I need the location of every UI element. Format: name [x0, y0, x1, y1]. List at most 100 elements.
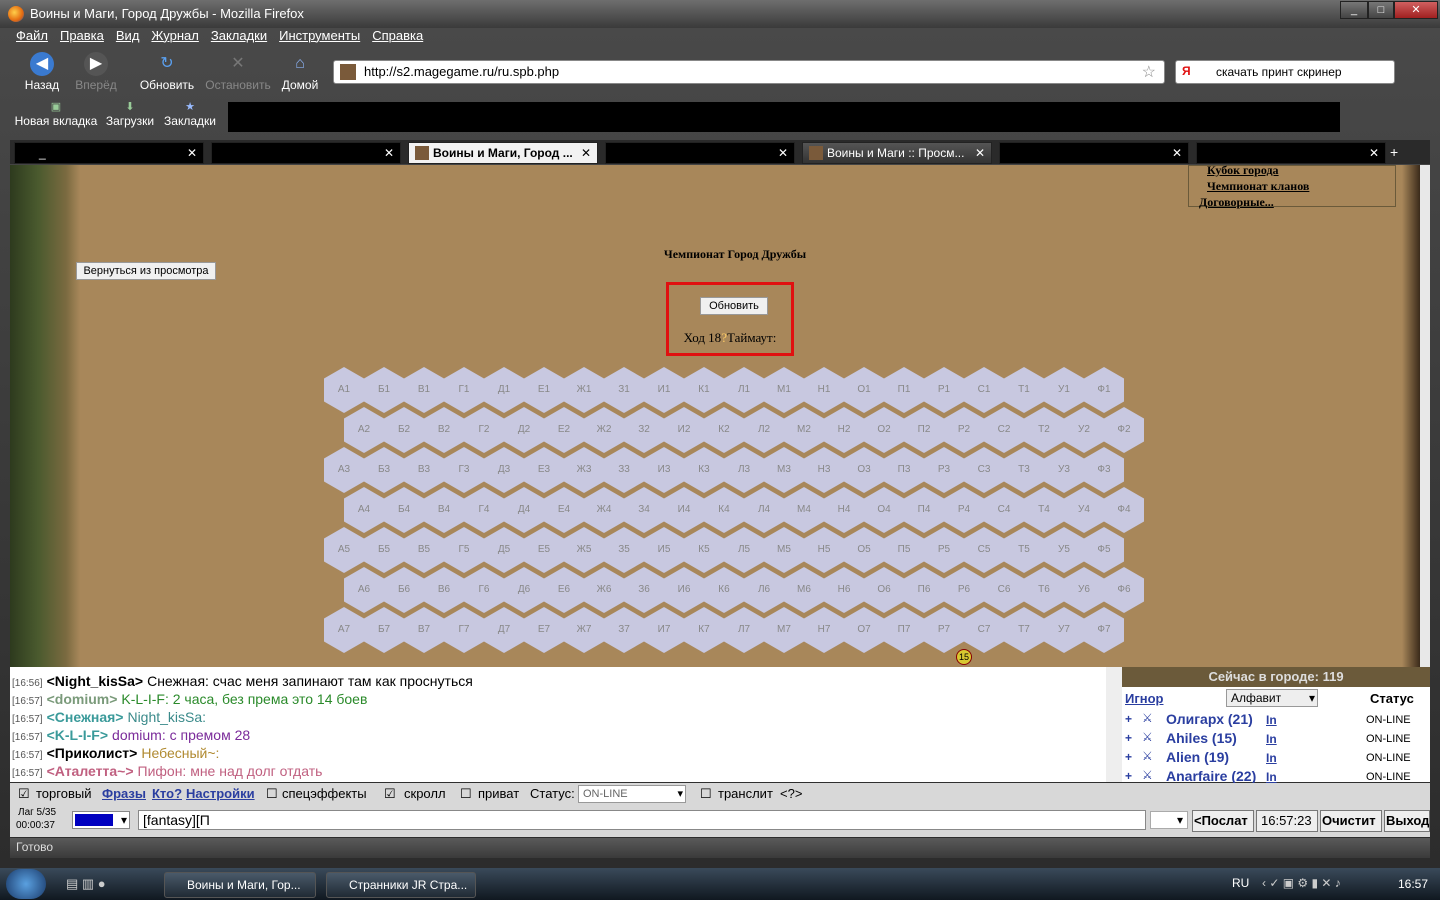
- hex-cell[interactable]: В6: [424, 567, 464, 613]
- hex-cell[interactable]: Р5: [924, 527, 964, 573]
- tab-close-icon[interactable]: ✕: [975, 146, 985, 160]
- forward-button[interactable]: ▶ Вперёд: [64, 50, 128, 94]
- hex-cell[interactable]: О7: [844, 607, 884, 653]
- stop-button[interactable]: ✕ Остановить: [202, 50, 274, 94]
- tab-3[interactable]: ✕: [605, 142, 795, 164]
- close-button[interactable]: ✕: [1394, 1, 1438, 19]
- hex-cell[interactable]: О1: [844, 367, 884, 413]
- hex-cell[interactable]: О3: [844, 447, 884, 493]
- chat-nick[interactable]: <K-L-I-F>: [47, 727, 108, 743]
- hex-cell[interactable]: Д1: [484, 367, 524, 413]
- hex-cell[interactable]: Т6: [1024, 567, 1064, 613]
- hex-cell[interactable]: Ж1: [564, 367, 604, 413]
- hex-cell[interactable]: А4: [344, 487, 384, 533]
- hex-cell[interactable]: Ж5: [564, 527, 604, 573]
- send-button[interactable]: <Послат: [1192, 810, 1254, 832]
- tab-close-icon[interactable]: ✕: [384, 146, 394, 160]
- start-button[interactable]: [6, 869, 46, 899]
- hex-cell[interactable]: И7: [644, 607, 684, 653]
- hex-cell[interactable]: Н7: [804, 607, 844, 653]
- hex-cell[interactable]: Ф6: [1104, 567, 1144, 613]
- ignore-link[interactable]: Игнор: [1125, 691, 1164, 706]
- hex-cell[interactable]: З4: [624, 487, 664, 533]
- who-link[interactable]: Кто?: [152, 786, 182, 801]
- page-scrollbar[interactable]: [1420, 165, 1430, 667]
- hex-cell[interactable]: К1: [684, 367, 724, 413]
- status-select[interactable]: ON-LINE ▾: [578, 785, 686, 803]
- hex-cell[interactable]: С6: [984, 567, 1024, 613]
- hex-cell[interactable]: Е4: [544, 487, 584, 533]
- scroll-checkbox[interactable]: ☑: [384, 786, 396, 802]
- hex-cell[interactable]: Н6: [824, 567, 864, 613]
- home-button[interactable]: ⌂ Домой: [272, 50, 328, 94]
- online-user[interactable]: Anarfaire (22): [1166, 768, 1256, 784]
- hex-cell[interactable]: Н2: [824, 407, 864, 453]
- hex-cell[interactable]: Е3: [524, 447, 564, 493]
- menu-6[interactable]: Справка: [372, 28, 423, 43]
- hex-cell[interactable]: Е7: [524, 607, 564, 653]
- hex-cell[interactable]: Р3: [924, 447, 964, 493]
- color-select[interactable]: ▾: [72, 811, 130, 829]
- chat-scrollbar[interactable]: [1106, 667, 1122, 782]
- hex-cell[interactable]: И1: [644, 367, 684, 413]
- hex-cell[interactable]: Б7: [364, 607, 404, 653]
- hex-cell[interactable]: Р2: [944, 407, 984, 453]
- hex-cell[interactable]: А6: [344, 567, 384, 613]
- taskbar-opera[interactable]: Странники JR Стра...: [326, 872, 476, 898]
- add-user-icon[interactable]: +: [1125, 731, 1132, 745]
- hex-cell[interactable]: Л7: [724, 607, 764, 653]
- hex-cell[interactable]: Д5: [484, 527, 524, 573]
- translit-checkbox[interactable]: ☐: [700, 786, 712, 802]
- hex-cell[interactable]: К7: [684, 607, 724, 653]
- chat-nick[interactable]: <Приколист>: [47, 745, 138, 761]
- hex-cell[interactable]: О5: [844, 527, 884, 573]
- online-user[interactable]: Alien (19): [1166, 749, 1229, 765]
- tray-icon[interactable]: ‹ ✓ ▣ ⚙ ▮ ✕ ♪: [1262, 876, 1341, 890]
- hex-cell[interactable]: У1: [1044, 367, 1084, 413]
- add-user-icon[interactable]: +: [1125, 769, 1132, 783]
- hex-cell[interactable]: Ж4: [584, 487, 624, 533]
- reload-button[interactable]: ↻ Обновить: [134, 50, 200, 94]
- hex-cell[interactable]: Д2: [504, 407, 544, 453]
- add-user-icon[interactable]: +: [1125, 750, 1132, 764]
- hex-cell[interactable]: О2: [864, 407, 904, 453]
- hex-cell[interactable]: В2: [424, 407, 464, 453]
- hex-cell[interactable]: Г2: [464, 407, 504, 453]
- phrases-link[interactable]: Фразы: [102, 786, 146, 801]
- hex-cell[interactable]: Б5: [364, 527, 404, 573]
- online-user[interactable]: Ahiles (15): [1166, 730, 1237, 746]
- hex-cell[interactable]: Д3: [484, 447, 524, 493]
- translit-help-link[interactable]: <?>: [780, 786, 802, 801]
- hex-cell[interactable]: З6: [624, 567, 664, 613]
- hex-cell[interactable]: Ж3: [564, 447, 604, 493]
- chat-nick[interactable]: <Снежная>: [47, 709, 124, 725]
- private-checkbox[interactable]: ☐: [460, 786, 472, 802]
- hex-cell[interactable]: В5: [404, 527, 444, 573]
- info-link[interactable]: In: [1266, 751, 1277, 765]
- hex-cell[interactable]: Г7: [444, 607, 484, 653]
- hex-cell[interactable]: К3: [684, 447, 724, 493]
- hex-cell[interactable]: Т3: [1004, 447, 1044, 493]
- hex-cell[interactable]: Р7: [924, 607, 964, 653]
- hex-cell[interactable]: П5: [884, 527, 924, 573]
- search-engine-icon[interactable]: Я: [1182, 64, 1191, 78]
- hex-cell[interactable]: Е1: [524, 367, 564, 413]
- hex-cell[interactable]: И2: [664, 407, 704, 453]
- hex-cell[interactable]: Л2: [744, 407, 784, 453]
- hex-cell[interactable]: П4: [904, 487, 944, 533]
- bookmarks-button[interactable]: ★ Закладки: [162, 100, 218, 128]
- hex-cell[interactable]: Н3: [804, 447, 844, 493]
- hex-cell[interactable]: Г5: [444, 527, 484, 573]
- side-menu-clans[interactable]: Чемпионат кланов: [1189, 178, 1395, 194]
- hex-cell[interactable]: В1: [404, 367, 444, 413]
- hex-cell[interactable]: Р4: [944, 487, 984, 533]
- hex-cell[interactable]: О6: [864, 567, 904, 613]
- hex-cell[interactable]: Д6: [504, 567, 544, 613]
- hex-cell[interactable]: Е2: [544, 407, 584, 453]
- add-user-icon[interactable]: +: [1125, 712, 1132, 726]
- hex-cell[interactable]: Ж2: [584, 407, 624, 453]
- hex-cell[interactable]: В3: [404, 447, 444, 493]
- hex-cell[interactable]: Б4: [384, 487, 424, 533]
- hex-cell[interactable]: З1: [604, 367, 644, 413]
- hex-cell[interactable]: Б2: [384, 407, 424, 453]
